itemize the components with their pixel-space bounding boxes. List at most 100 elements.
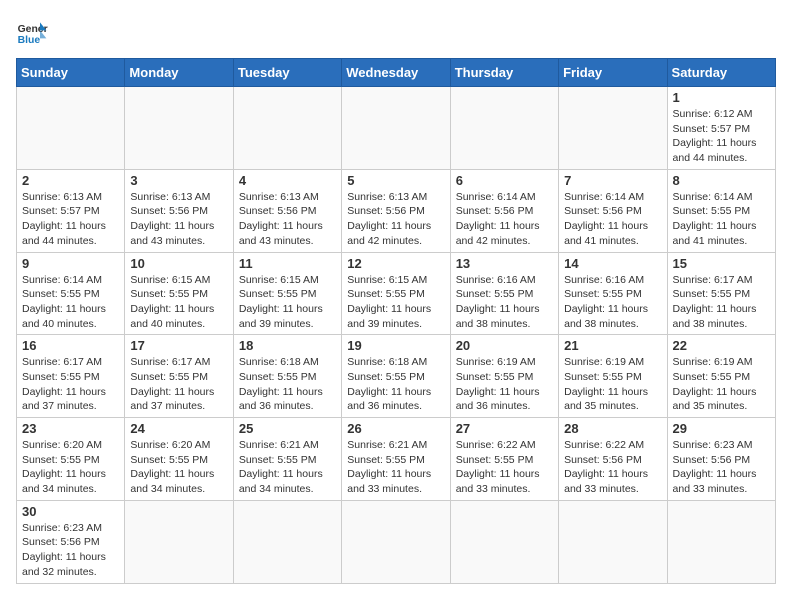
day-cell-30: 30 Sunrise: 6:23 AM Sunset: 5:56 PM Dayli… — [17, 500, 125, 583]
day-cell-24: 24 Sunrise: 6:20 AM Sunset: 5:55 PM Dayli… — [125, 418, 233, 501]
day-number: 21 — [564, 338, 661, 353]
day-number: 10 — [130, 256, 227, 271]
day-number: 8 — [673, 173, 770, 188]
day-info: Sunrise: 6:16 AM Sunset: 5:55 PM Dayligh… — [564, 273, 661, 332]
empty-cell — [342, 87, 450, 170]
day-number: 13 — [456, 256, 553, 271]
day-cell-1: 1 Sunrise: 6:12 AM Sunset: 5:57 PM Daylig… — [667, 87, 775, 170]
weekday-header-saturday: Saturday — [667, 59, 775, 87]
day-cell-6: 6 Sunrise: 6:14 AM Sunset: 5:56 PM Daylig… — [450, 169, 558, 252]
day-number: 30 — [22, 504, 119, 519]
day-info: Sunrise: 6:12 AM Sunset: 5:57 PM Dayligh… — [673, 107, 770, 166]
day-number: 12 — [347, 256, 444, 271]
day-number: 22 — [673, 338, 770, 353]
calendar-table: SundayMondayTuesdayWednesdayThursdayFrid… — [16, 58, 776, 584]
day-number: 9 — [22, 256, 119, 271]
day-info: Sunrise: 6:23 AM Sunset: 5:56 PM Dayligh… — [22, 521, 119, 580]
day-info: Sunrise: 6:15 AM Sunset: 5:55 PM Dayligh… — [239, 273, 336, 332]
day-info: Sunrise: 6:14 AM Sunset: 5:56 PM Dayligh… — [456, 190, 553, 249]
day-info: Sunrise: 6:19 AM Sunset: 5:55 PM Dayligh… — [456, 355, 553, 414]
day-number: 27 — [456, 421, 553, 436]
day-cell-3: 3Sunrise: 6:13 AM Sunset: 5:56 PM Daylig… — [125, 169, 233, 252]
week-row-5: 23 Sunrise: 6:20 AM Sunset: 5:55 PM Dayli… — [17, 418, 776, 501]
day-info: Sunrise: 6:22 AM Sunset: 5:55 PM Dayligh… — [456, 438, 553, 497]
day-cell-9: 9 Sunrise: 6:14 AM Sunset: 5:55 PM Daylig… — [17, 252, 125, 335]
day-cell-28: 28Sunrise: 6:22 AM Sunset: 5:56 PM Dayli… — [559, 418, 667, 501]
day-number: 11 — [239, 256, 336, 271]
empty-cell — [667, 500, 775, 583]
day-number: 20 — [456, 338, 553, 353]
day-info: Sunrise: 6:17 AM Sunset: 5:55 PM Dayligh… — [673, 273, 770, 332]
day-cell-7: 7Sunrise: 6:14 AM Sunset: 5:56 PM Daylig… — [559, 169, 667, 252]
empty-cell — [559, 500, 667, 583]
day-number: 2 — [22, 173, 119, 188]
day-info: Sunrise: 6:14 AM Sunset: 5:55 PM Dayligh… — [673, 190, 770, 249]
day-cell-12: 12 Sunrise: 6:15 AM Sunset: 5:55 PM Dayli… — [342, 252, 450, 335]
day-info: Sunrise: 6:19 AM Sunset: 5:55 PM Dayligh… — [564, 355, 661, 414]
day-info: Sunrise: 6:21 AM Sunset: 5:55 PM Dayligh… — [239, 438, 336, 497]
day-info: Sunrise: 6:23 AM Sunset: 5:56 PM Dayligh… — [673, 438, 770, 497]
day-number: 23 — [22, 421, 119, 436]
day-cell-21: 21 Sunrise: 6:19 AM Sunset: 5:55 PM Dayli… — [559, 335, 667, 418]
day-cell-22: 22 Sunrise: 6:19 AM Sunset: 5:55 PM Dayli… — [667, 335, 775, 418]
day-cell-25: 25 Sunrise: 6:21 AM Sunset: 5:55 PM Dayli… — [233, 418, 341, 501]
day-cell-14: 14 Sunrise: 6:16 AM Sunset: 5:55 PM Dayli… — [559, 252, 667, 335]
day-cell-19: 19 Sunrise: 6:18 AM Sunset: 5:55 PM Dayli… — [342, 335, 450, 418]
day-cell-26: 26 Sunrise: 6:21 AM Sunset: 5:55 PM Dayli… — [342, 418, 450, 501]
header: General Blue — [16, 16, 776, 48]
day-number: 3 — [130, 173, 227, 188]
empty-cell — [125, 500, 233, 583]
week-row-2: 2 Sunrise: 6:13 AM Sunset: 5:57 PM Daylig… — [17, 169, 776, 252]
day-info: Sunrise: 6:18 AM Sunset: 5:55 PM Dayligh… — [347, 355, 444, 414]
day-number: 16 — [22, 338, 119, 353]
day-cell-4: 4 Sunrise: 6:13 AM Sunset: 5:56 PM Daylig… — [233, 169, 341, 252]
day-info: Sunrise: 6:16 AM Sunset: 5:55 PM Dayligh… — [456, 273, 553, 332]
empty-cell — [125, 87, 233, 170]
weekday-header-friday: Friday — [559, 59, 667, 87]
day-number: 1 — [673, 90, 770, 105]
empty-cell — [450, 500, 558, 583]
day-number: 5 — [347, 173, 444, 188]
day-cell-16: 16Sunrise: 6:17 AM Sunset: 5:55 PM Dayli… — [17, 335, 125, 418]
day-info: Sunrise: 6:13 AM Sunset: 5:57 PM Dayligh… — [22, 190, 119, 249]
day-number: 25 — [239, 421, 336, 436]
day-number: 17 — [130, 338, 227, 353]
week-row-3: 9 Sunrise: 6:14 AM Sunset: 5:55 PM Daylig… — [17, 252, 776, 335]
day-number: 29 — [673, 421, 770, 436]
day-info: Sunrise: 6:13 AM Sunset: 5:56 PM Dayligh… — [347, 190, 444, 249]
day-info: Sunrise: 6:17 AM Sunset: 5:55 PM Dayligh… — [130, 355, 227, 414]
weekday-header-monday: Monday — [125, 59, 233, 87]
day-number: 28 — [564, 421, 661, 436]
day-info: Sunrise: 6:19 AM Sunset: 5:55 PM Dayligh… — [673, 355, 770, 414]
weekday-header-thursday: Thursday — [450, 59, 558, 87]
day-info: Sunrise: 6:13 AM Sunset: 5:56 PM Dayligh… — [239, 190, 336, 249]
weekday-header-tuesday: Tuesday — [233, 59, 341, 87]
day-info: Sunrise: 6:21 AM Sunset: 5:55 PM Dayligh… — [347, 438, 444, 497]
day-cell-5: 5 Sunrise: 6:13 AM Sunset: 5:56 PM Daylig… — [342, 169, 450, 252]
day-number: 4 — [239, 173, 336, 188]
day-number: 18 — [239, 338, 336, 353]
day-info: Sunrise: 6:20 AM Sunset: 5:55 PM Dayligh… — [22, 438, 119, 497]
weekday-header-sunday: Sunday — [17, 59, 125, 87]
day-cell-11: 11 Sunrise: 6:15 AM Sunset: 5:55 PM Dayli… — [233, 252, 341, 335]
day-number: 26 — [347, 421, 444, 436]
day-cell-15: 15 Sunrise: 6:17 AM Sunset: 5:55 PM Dayli… — [667, 252, 775, 335]
empty-cell — [450, 87, 558, 170]
day-number: 7 — [564, 173, 661, 188]
day-number: 6 — [456, 173, 553, 188]
svg-text:Blue: Blue — [18, 35, 41, 46]
day-cell-23: 23 Sunrise: 6:20 AM Sunset: 5:55 PM Dayli… — [17, 418, 125, 501]
day-info: Sunrise: 6:14 AM Sunset: 5:55 PM Dayligh… — [22, 273, 119, 332]
day-number: 15 — [673, 256, 770, 271]
day-cell-17: 17 Sunrise: 6:17 AM Sunset: 5:55 PM Dayli… — [125, 335, 233, 418]
day-number: 14 — [564, 256, 661, 271]
empty-cell — [342, 500, 450, 583]
empty-cell — [17, 87, 125, 170]
day-cell-20: 20 Sunrise: 6:19 AM Sunset: 5:55 PM Dayli… — [450, 335, 558, 418]
day-number: 19 — [347, 338, 444, 353]
day-number: 24 — [130, 421, 227, 436]
logo: General Blue — [16, 16, 48, 48]
day-info: Sunrise: 6:15 AM Sunset: 5:55 PM Dayligh… — [347, 273, 444, 332]
day-info: Sunrise: 6:20 AM Sunset: 5:55 PM Dayligh… — [130, 438, 227, 497]
calendar-body: 1 Sunrise: 6:12 AM Sunset: 5:57 PM Daylig… — [17, 87, 776, 584]
